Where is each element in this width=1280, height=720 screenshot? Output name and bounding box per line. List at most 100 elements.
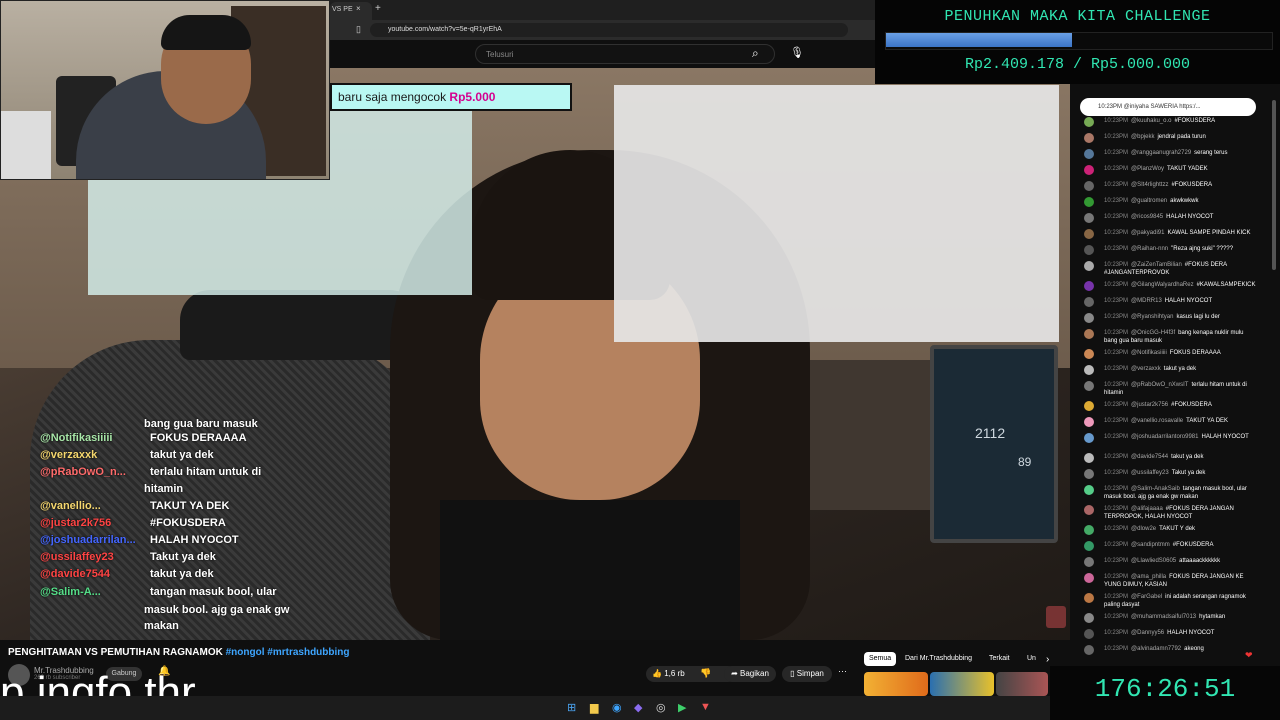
chat-username[interactable]: @ZaiZenTamBilian [1131, 262, 1182, 268]
search-icon[interactable]: ⌕ [752, 46, 759, 61]
chevron-right-icon[interactable]: › [1046, 654, 1049, 665]
chat-message-body: 10:23PM @vanellio.rosavalle TAKUT YA DEK [1104, 417, 1254, 425]
heart-icon[interactable]: ❤ [1245, 650, 1253, 661]
video-chat-text: takut ya dek [150, 449, 214, 461]
chat-username[interactable]: @FarGabel [1131, 594, 1162, 600]
video-title: PENGHITAMAN VS PEMUTIHAN RAGNAMOK #nongo… [8, 647, 350, 658]
chat-message-body: 10:23PM @davide7544 takut ya dek [1104, 453, 1254, 461]
chat-username[interactable]: @MDRR13 [1131, 298, 1162, 304]
windows-start-icon[interactable]: ⊞ [567, 701, 576, 714]
chat-text: #KAWALSAMPEKICK [1196, 282, 1256, 288]
chat-username[interactable]: @pakyadi91 [1131, 230, 1164, 236]
chat-username[interactable]: @verzaxxk [1131, 366, 1161, 372]
chat-timestamp: 10:23PM [1104, 282, 1129, 288]
discord-icon[interactable]: ◆ [634, 701, 642, 714]
chat-username[interactable]: @gualtromen [1131, 198, 1167, 204]
chip-unwatched[interactable]: Un [1022, 652, 1041, 666]
video-chat-message: hitamin [34, 483, 183, 495]
chat-username[interactable]: @Raihan-nnn [1131, 246, 1168, 252]
video-chat-message: masuk bool. ajg ga enak gw [34, 604, 289, 616]
chat-timestamp: 10:23PM [1104, 314, 1129, 320]
chat-message-body: 10:23PM @GilangWalyardhaRez #KAWALSAMPEKIC… [1104, 281, 1256, 289]
chat-username[interactable]: @Ryanshihtyan [1131, 314, 1173, 320]
chat-timestamp: 10:23PM [1104, 526, 1129, 532]
chat-avatar [1084, 645, 1094, 655]
more-options-icon[interactable]: ··· [838, 666, 847, 676]
chat-username[interactable]: @muhammadsaiful7013 [1131, 614, 1196, 620]
chat-username[interactable]: @bpjekk [1131, 134, 1154, 140]
chat-timestamp: 10:23PM [1104, 486, 1129, 492]
chat-username[interactable]: @Dannyy56 [1131, 630, 1164, 636]
media-play-icon[interactable]: ▶ [678, 701, 686, 714]
brave-icon[interactable]: ▼ [700, 701, 711, 713]
chat-username[interactable]: @dlow2e [1131, 526, 1156, 532]
chat-username[interactable]: @sandipntmm [1131, 542, 1170, 548]
chat-timestamp: 10:23PM [1104, 230, 1129, 236]
close-tab-icon[interactable]: × [356, 4, 361, 13]
chat-username[interactable]: @ama_philla [1131, 574, 1166, 580]
bookmark-save-icon: ▯ [790, 669, 795, 678]
chip-related[interactable]: Terkait [984, 652, 1015, 666]
new-tab-button[interactable]: + [375, 3, 381, 14]
video-chat-username: @justar2k756 [40, 517, 112, 529]
chat-username[interactable]: @davide7544 [1131, 454, 1168, 460]
video-hashtags[interactable]: #nongol #mrtrashdubbing [226, 647, 350, 658]
chat-username[interactable]: @OnicGG-H4f3f [1131, 330, 1175, 336]
chip-all[interactable]: Semua [864, 652, 897, 666]
recommended-thumbnail[interactable] [864, 672, 928, 696]
chat-username[interactable]: @pRabOwO_nXwsIT [1131, 382, 1188, 388]
chat-username[interactable]: @Notifikasiiiii [1131, 350, 1167, 356]
video-streamer-shirt [440, 500, 740, 640]
chat-text: #FOKUSDERA [1172, 542, 1214, 548]
chat-message-body: 10:23PM @MDRR13 HALAH NYOCOT [1104, 297, 1254, 305]
folder-icon[interactable]: ▆ [590, 701, 598, 714]
chat-username[interactable]: @ussilaffey23 [1131, 470, 1169, 476]
chat-username[interactable]: @alifajaaaa [1131, 506, 1163, 512]
microphone-icon[interactable]: 🎙 [790, 46, 804, 59]
chrome-icon[interactable]: ◎ [656, 701, 666, 714]
save-button[interactable]: ▯ Simpan [782, 666, 832, 682]
chat-timestamp: 10:23PM [1104, 366, 1129, 372]
recommended-thumbnail[interactable] [996, 672, 1048, 696]
chat-username[interactable]: @alvinadamn7792 [1131, 646, 1181, 652]
chat-timestamp: 10:23PM [1104, 630, 1129, 636]
chat-avatar [1084, 433, 1094, 443]
chat-username[interactable]: @justar2k756 [1131, 402, 1168, 408]
chat-scrollbar[interactable] [1272, 100, 1276, 270]
chat-message-body: 10:23PM @Raihan-nnn "Reza ajng suki" ????? [1104, 245, 1254, 253]
video-chat-message: @pRabOwO_n... terlalu hitam untuk di [34, 466, 261, 478]
chat-username[interactable]: @vanellio.rosavalle [1131, 418, 1183, 424]
chat-avatar [1084, 613, 1094, 623]
webcam-desk [1, 111, 51, 179]
chat-avatar [1084, 525, 1094, 535]
chat-username[interactable]: @Salim-AnakSaib [1131, 486, 1180, 492]
video-chat-message: makan [34, 620, 179, 632]
pinned-message[interactable]: 10:23PM @iniyaha SAWERIA https:/... [1080, 98, 1256, 116]
bookmark-icon[interactable]: ▯ [356, 24, 361, 35]
chat-username[interactable]: @ranggaanugrah2729 [1131, 150, 1191, 156]
chat-username[interactable]: @ricos9845 [1131, 214, 1163, 220]
browser-tab[interactable]: VS PE [330, 2, 372, 20]
chat-username[interactable]: @joshuadarrilantoro9981 [1131, 434, 1198, 440]
dislike-icon[interactable]: 👎 [700, 668, 711, 679]
chat-username[interactable]: @SIt4rlighttzz [1131, 182, 1168, 188]
chat-timestamp: 10:23PM [1104, 246, 1129, 252]
recommended-thumbnail[interactable] [930, 672, 994, 696]
chat-text: takut ya dek [1163, 366, 1197, 372]
chat-avatar [1084, 593, 1094, 603]
url-field[interactable]: youtube.com/watch?v=5e-qR1yrEhA [370, 23, 848, 37]
like-button[interactable]: 👍 1,6 rb [646, 666, 736, 682]
chat-username[interactable]: @GilangWalyardhaRez [1131, 282, 1194, 288]
edge-icon[interactable]: ◉ [612, 701, 622, 714]
chat-message-body: 10:23PM @PlanzWoy TAKUT YADEK [1104, 165, 1254, 173]
search-input[interactable]: Telusuri [475, 44, 775, 64]
stream-timer: 176:26:51 [1094, 674, 1236, 704]
chat-timestamp: 10:23PM [1104, 166, 1129, 172]
chat-username[interactable]: @LlawliedS0605 [1131, 558, 1176, 564]
chat-avatar [1084, 297, 1094, 307]
chat-username[interactable]: @kuuhaku_o.o [1131, 118, 1171, 124]
chat-timestamp: 10:23PM [1104, 454, 1129, 460]
chip-from-channel[interactable]: Dari Mr.Trashdubbing [900, 652, 977, 666]
share-button[interactable]: ➦ Bagikan [724, 666, 776, 682]
chat-username[interactable]: @PlanzWoy [1131, 166, 1164, 172]
